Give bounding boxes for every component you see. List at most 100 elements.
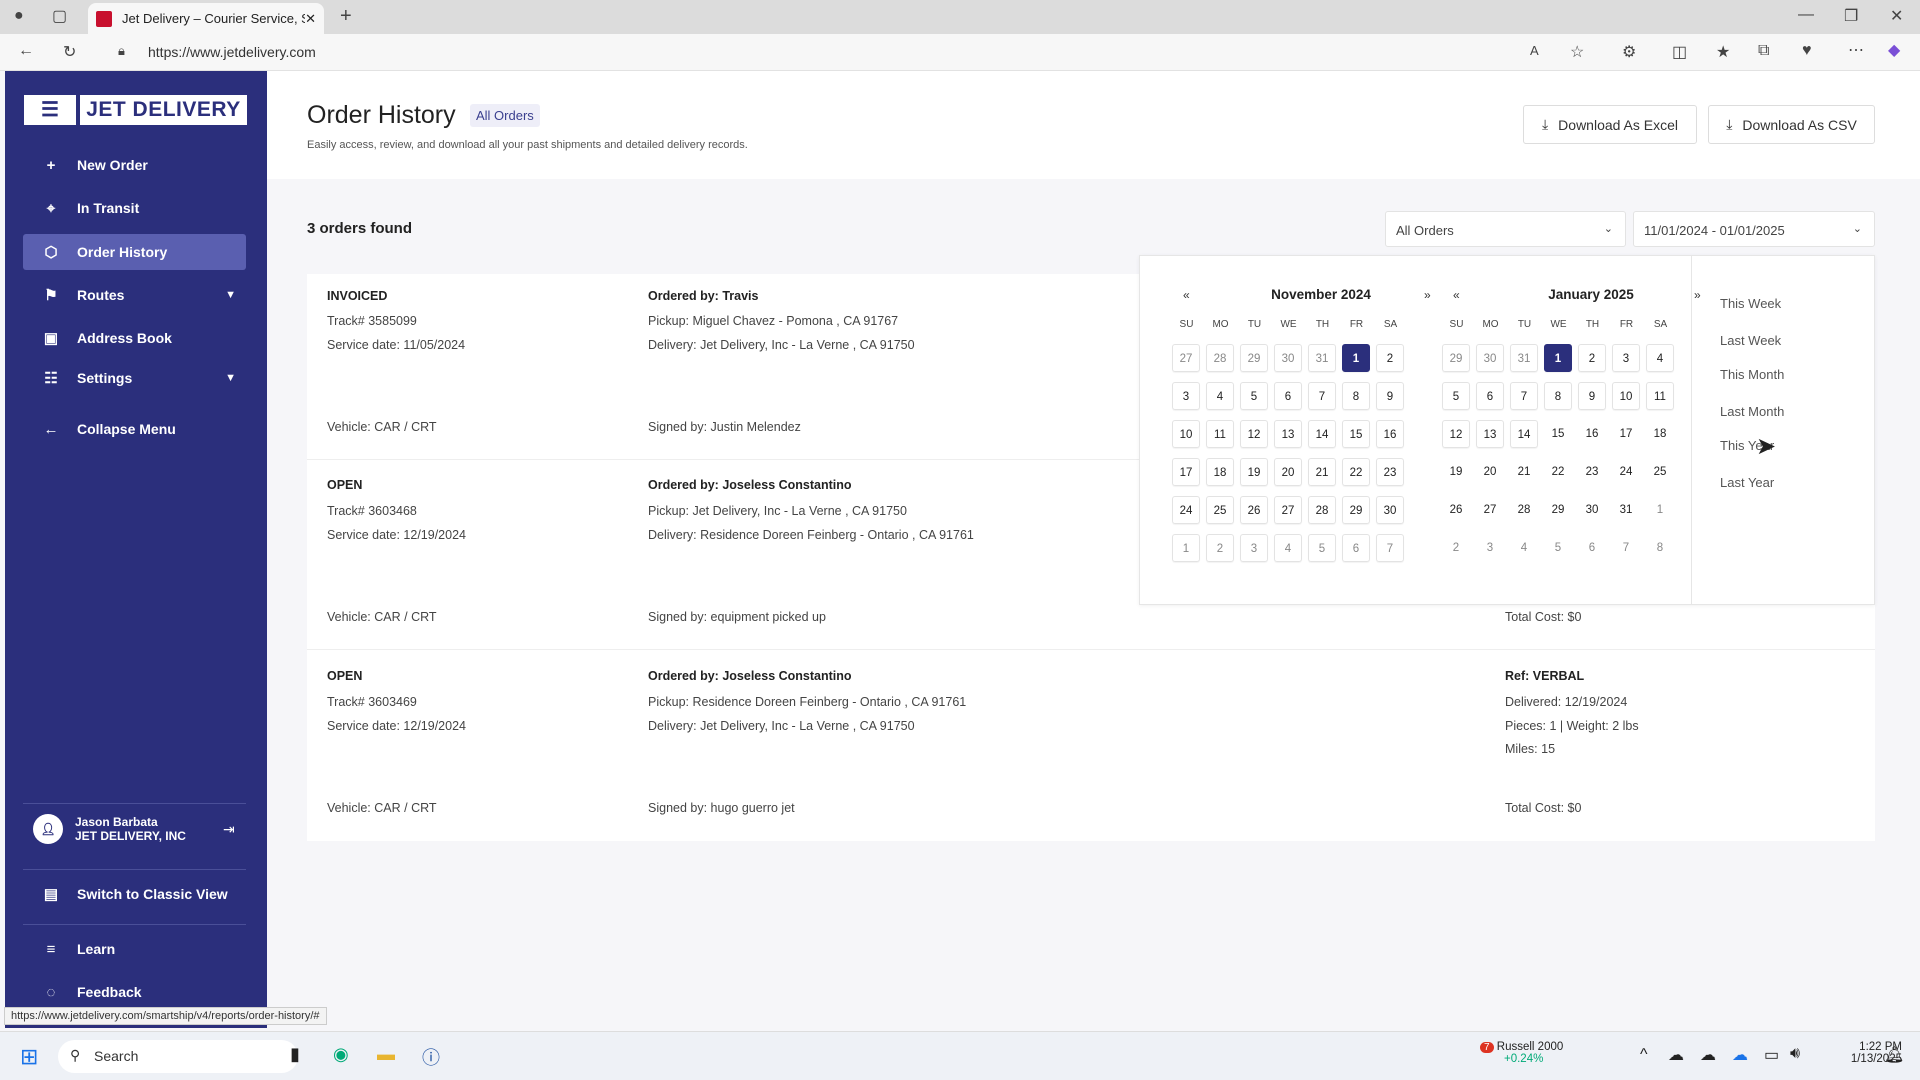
calendar-day[interactable]: 4 [1510, 534, 1538, 562]
calendar-day[interactable]: 5 [1240, 382, 1268, 410]
calendar-day[interactable]: 22 [1544, 458, 1572, 486]
calendar-day[interactable]: 24 [1612, 458, 1640, 486]
calendar-day[interactable]: 5 [1544, 534, 1572, 562]
calendar-day[interactable]: 27 [1476, 496, 1504, 524]
collections-icon[interactable]: ⧉ [1758, 42, 1769, 60]
prev-month-button[interactable]: « [1183, 288, 1190, 302]
calendar-day[interactable]: 8 [1342, 382, 1370, 410]
app-icon[interactable]: ⓘ [422, 1044, 440, 1070]
calendar-day[interactable]: 2 [1578, 344, 1606, 372]
calendar-day[interactable]: 9 [1376, 382, 1404, 410]
calendar-day[interactable]: 20 [1274, 458, 1302, 486]
calendar-day[interactable]: 16 [1578, 420, 1606, 448]
calendar-day[interactable]: 8 [1544, 382, 1572, 410]
calendar-day[interactable]: 13 [1476, 420, 1504, 448]
order-card[interactable]: OPEN Track# 3603469 Service date: 12/19/… [307, 650, 1875, 841]
calendar-day[interactable]: 26 [1240, 496, 1268, 524]
calendar-day[interactable]: 2 [1206, 534, 1234, 562]
calendar-day[interactable]: 17 [1612, 420, 1640, 448]
extensions-icon[interactable]: ⚙ [1622, 42, 1636, 62]
calendar-day[interactable]: 27 [1274, 496, 1302, 524]
edge-icon[interactable]: ◉ [333, 1044, 349, 1065]
calendar-day[interactable]: 13 [1274, 420, 1302, 448]
copilot-icon[interactable]: ◆ [1888, 40, 1900, 60]
calendar-day[interactable]: 12 [1442, 420, 1470, 448]
calendar-day[interactable]: 10 [1172, 420, 1200, 448]
back-icon[interactable]: ← [18, 42, 34, 60]
next-month-button[interactable]: » [1694, 288, 1701, 302]
calendar-day[interactable]: 7 [1510, 382, 1538, 410]
sidebar-item-learn[interactable]: ≡ Learn [23, 931, 246, 967]
calendar-day[interactable]: 19 [1442, 458, 1470, 486]
calendar-day[interactable]: 25 [1646, 458, 1674, 486]
calendar-day[interactable]: 1 [1646, 496, 1674, 524]
calendar-day[interactable]: 1 [1342, 344, 1370, 372]
more-icon[interactable]: ⋯ [1848, 40, 1864, 60]
calendar-day[interactable]: 2 [1376, 344, 1404, 372]
calendar-day[interactable]: 21 [1510, 458, 1538, 486]
status-filter-select[interactable]: All Orders ⌄ [1385, 211, 1626, 247]
calendar-day[interactable]: 18 [1646, 420, 1674, 448]
calendar-day[interactable]: 1 [1172, 534, 1200, 562]
download-csv-button[interactable]: ⤓ Download As CSV [1708, 105, 1875, 144]
download-excel-button[interactable]: ⤓ Download As Excel [1523, 105, 1697, 144]
sidebar-item-in-transit[interactable]: ⌖ In Transit [23, 190, 246, 226]
calendar-day[interactable]: 2 [1442, 534, 1470, 562]
calendar-day[interactable]: 15 [1544, 420, 1572, 448]
browser-essentials-icon[interactable]: ♥ [1802, 42, 1812, 60]
calendar-day[interactable]: 27 [1172, 344, 1200, 372]
browser-tab[interactable]: Jet Delivery – Courier Service, San ✕ [88, 3, 324, 34]
url-field[interactable]: https://www.jetdelivery.com [148, 44, 316, 60]
calendar-day[interactable]: 21 [1308, 458, 1336, 486]
favorites-icon[interactable]: ★ [1716, 42, 1730, 62]
calendar-day[interactable]: 1 [1544, 344, 1572, 372]
favorite-star-icon[interactable]: ☆ [1570, 42, 1584, 62]
restore-icon[interactable]: ❐ [1844, 6, 1858, 26]
calendar-day[interactable]: 30 [1578, 496, 1606, 524]
new-tab-icon[interactable]: + [340, 5, 352, 28]
calendar-day[interactable]: 28 [1510, 496, 1538, 524]
calendar-day[interactable]: 6 [1274, 382, 1302, 410]
calendar-day[interactable]: 18 [1206, 458, 1234, 486]
sidebar-item-feedback[interactable]: ◌ Feedback [23, 974, 246, 1010]
sidebar-item-new-order[interactable]: + New Order [23, 147, 246, 183]
read-aloud-icon[interactable]: A [1530, 43, 1539, 58]
preset-last-week[interactable]: Last Week [1720, 333, 1781, 348]
calendar-day[interactable]: 9 [1578, 382, 1606, 410]
calendar-day[interactable]: 14 [1308, 420, 1336, 448]
calendar-day[interactable]: 30 [1274, 344, 1302, 372]
calendar-day[interactable]: 12 [1240, 420, 1268, 448]
calendar-day[interactable]: 24 [1172, 496, 1200, 524]
volume-icon[interactable]: 🔊︎ [1790, 1045, 1800, 1063]
calendar-day[interactable]: 5 [1442, 382, 1470, 410]
calendar-day[interactable]: 11 [1646, 382, 1674, 410]
calendar-day[interactable]: 30 [1376, 496, 1404, 524]
calendar-day[interactable]: 3 [1476, 534, 1504, 562]
calendar-day[interactable]: 4 [1646, 344, 1674, 372]
calendar-day[interactable]: 17 [1172, 458, 1200, 486]
calendar-day[interactable]: 29 [1342, 496, 1370, 524]
switch-classic-view-button[interactable]: ▤ Switch to Classic View [23, 876, 246, 912]
calendar-day[interactable]: 23 [1578, 458, 1606, 486]
sidebar-item-address-book[interactable]: ▣ Address Book [23, 320, 246, 356]
calendar-day[interactable]: 3 [1240, 534, 1268, 562]
calendar-day[interactable]: 11 [1206, 420, 1234, 448]
calendar-day[interactable]: 3 [1612, 344, 1640, 372]
calendar-day[interactable]: 28 [1206, 344, 1234, 372]
taskbar-search[interactable]: ⚲ Search [58, 1040, 298, 1073]
windows-start-icon[interactable]: ⊞ [20, 1044, 38, 1070]
prev-month-button[interactable]: « [1453, 288, 1460, 302]
stock-widget[interactable]: 7 Russell 2000 +0.24% [1480, 1041, 1563, 1065]
calendar-day[interactable]: 14 [1510, 420, 1538, 448]
user-profile[interactable]: 👤︎ Jason Barbata JET DELIVERY, INC [33, 814, 186, 844]
calendar-day[interactable]: 20 [1476, 458, 1504, 486]
onedrive-blue-icon[interactable]: ☁ [1732, 1045, 1748, 1065]
calendar-day[interactable]: 6 [1342, 534, 1370, 562]
calendar-day[interactable]: 31 [1510, 344, 1538, 372]
calendar-day[interactable]: 7 [1612, 534, 1640, 562]
calendar-day[interactable]: 4 [1274, 534, 1302, 562]
chevron-up-icon[interactable]: ^ [1640, 1046, 1648, 1064]
preset-last-month[interactable]: Last Month [1720, 404, 1784, 419]
calendar-day[interactable]: 7 [1308, 382, 1336, 410]
calendar-day[interactable]: 16 [1376, 420, 1404, 448]
